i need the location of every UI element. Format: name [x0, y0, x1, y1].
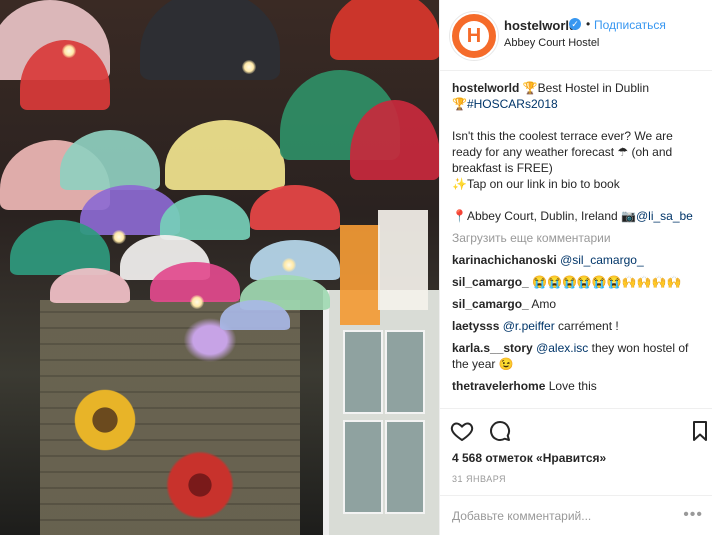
- umbrella: [250, 185, 340, 230]
- bookmark-icon[interactable]: [688, 419, 712, 443]
- caption: hostelworld 🏆Best Hostel in Dublin 🏆#HOS…: [452, 80, 706, 224]
- comment-username[interactable]: karinachichanoski: [452, 253, 557, 267]
- comment-row: sil_camargo_ Amo: [452, 296, 706, 312]
- post-photo[interactable]: [0, 0, 439, 535]
- follow-button[interactable]: Подписаться: [594, 18, 666, 32]
- comment-row: sil_camargo_ 😭😭😭😭😭😭🙌🙌🙌🙌: [452, 274, 706, 290]
- umbrella: [165, 120, 285, 190]
- mural-flower-rose: [160, 445, 240, 525]
- comment-text: carrément !: [558, 319, 619, 333]
- comment-username[interactable]: thetravelerhome: [452, 379, 545, 393]
- comment-username[interactable]: sil_camargo_: [452, 275, 529, 289]
- flag-stripe: [378, 210, 428, 310]
- comment-text: Amo: [531, 297, 557, 311]
- glass-door: [323, 290, 439, 535]
- umbrella: [250, 240, 340, 280]
- caption-place: 📍Abbey Court, Dublin, Ireland 📷: [452, 209, 636, 223]
- comment-text: Love this: [548, 379, 597, 393]
- caption-line1: 🏆Best Hostel in Dublin: [522, 81, 650, 95]
- comment-row: karla.s__story @alex.isc they won hostel…: [452, 340, 706, 372]
- load-more-comments-button[interactable]: Загрузить еще комментарии: [452, 230, 706, 246]
- avatar[interactable]: H: [450, 12, 498, 60]
- comment-row: thetravelerhome Love this: [452, 378, 706, 394]
- comment-row: laetysss @r.peiffer carrément !: [452, 318, 706, 334]
- post-side-panel: H hostelworld ✓ • Подписаться Abbey Cour…: [439, 0, 712, 535]
- mural-flower-sunflower: [70, 385, 140, 455]
- add-comment-input[interactable]: Добавьте комментарий...: [452, 509, 591, 523]
- light-bulb: [190, 295, 204, 309]
- more-options-icon[interactable]: •••: [683, 506, 703, 524]
- comment-mention[interactable]: @r.peiffer: [503, 319, 555, 333]
- comments-section[interactable]: hostelworld 🏆Best Hostel in Dublin 🏆#HOS…: [452, 80, 706, 408]
- comment-username[interactable]: karla.s__story: [452, 341, 533, 355]
- username-link[interactable]: hostelworld: [504, 18, 577, 33]
- comment-mention[interactable]: @sil_camargo_: [560, 253, 644, 267]
- heart-icon[interactable]: [450, 419, 474, 443]
- post-actions: 4 568 отметок «Нравится» 31 ЯНВАРЯ: [440, 408, 712, 509]
- flag-stripe: [340, 225, 380, 325]
- mention-link[interactable]: @li_sa_be: [636, 209, 693, 223]
- comment-text: 😭😭😭😭😭😭🙌🙌🙌🙌: [532, 275, 682, 289]
- light-bulb: [242, 60, 256, 74]
- umbrella: [140, 0, 280, 80]
- umbrella: [330, 0, 439, 60]
- light-bulb: [112, 230, 126, 244]
- location-link[interactable]: Abbey Court Hostel: [504, 37, 599, 49]
- caption-cta: ✨Tap on our link in bio to book: [452, 177, 620, 191]
- comment-icon[interactable]: [488, 419, 512, 443]
- caption-username[interactable]: hostelworld: [452, 81, 519, 95]
- hashtag-link[interactable]: #HOSCARs2018: [467, 97, 558, 111]
- likes-count[interactable]: 4 568 отметок «Нравится»: [452, 451, 606, 465]
- verified-badge-icon: ✓: [569, 18, 581, 30]
- comment-username[interactable]: laetysss: [452, 319, 499, 333]
- caption-line2-prefix: 🏆: [452, 97, 467, 111]
- avatar-logo: H: [466, 24, 482, 47]
- light-bulb: [62, 44, 76, 58]
- caption-body: Isn't this the coolest terrace ever? We …: [452, 129, 673, 175]
- comment-mention[interactable]: @alex.isc: [536, 341, 588, 355]
- add-comment-bar: Добавьте комментарий... •••: [440, 495, 712, 536]
- separator-dot: •: [586, 17, 591, 31]
- post-date[interactable]: 31 ЯНВАРЯ: [452, 474, 506, 484]
- comment-row: karinachichanoski @sil_camargo_: [452, 252, 706, 268]
- umbrella: [60, 130, 160, 190]
- light-bulb: [282, 258, 296, 272]
- post-header: H hostelworld ✓ • Подписаться Abbey Cour…: [440, 0, 712, 71]
- comment-username[interactable]: sil_camargo_: [452, 297, 529, 311]
